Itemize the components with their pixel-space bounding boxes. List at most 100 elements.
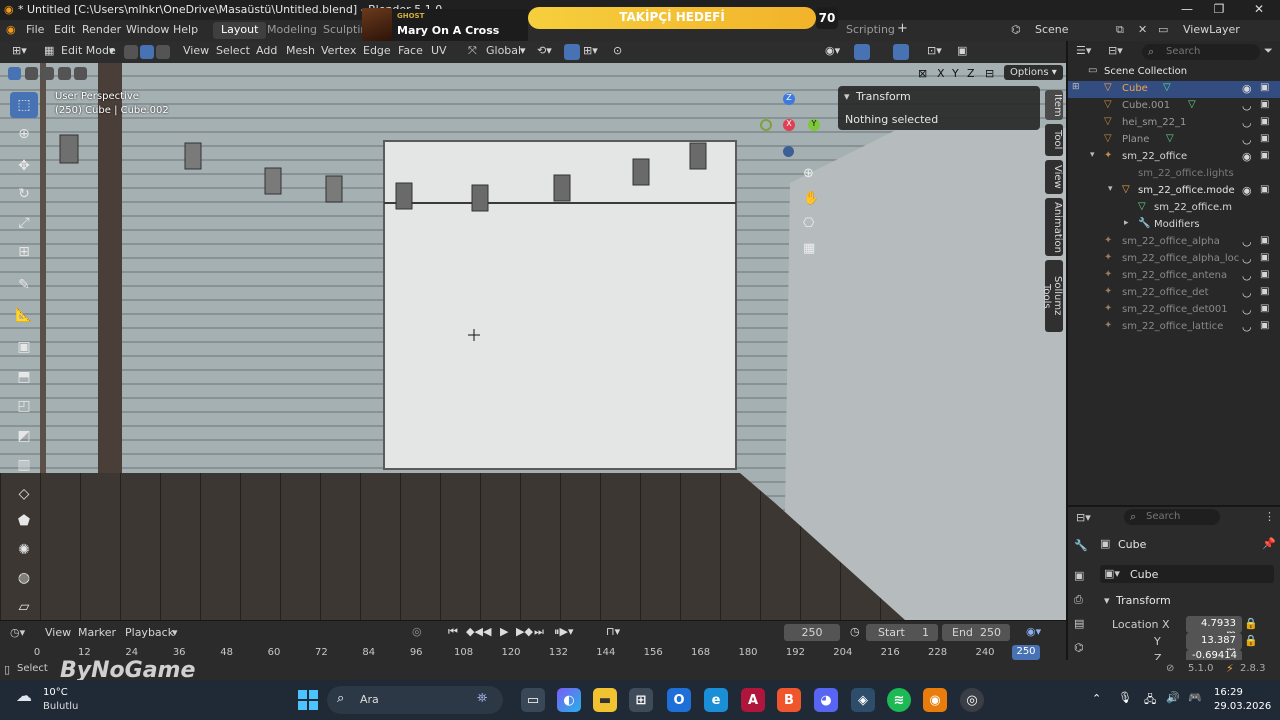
mirror-z[interactable]: Z <box>967 67 975 80</box>
outliner-item-cube[interactable]: ⊞ ▽ Cube ▽ ◉ ▣ <box>1068 81 1280 98</box>
annotate-tool-icon[interactable]: ✎ <box>10 272 38 298</box>
weather-temperature[interactable]: 10°C <box>43 687 68 698</box>
menu-mesh[interactable]: Mesh <box>286 44 315 60</box>
tab-scripting[interactable]: Scripting <box>838 22 903 39</box>
menu-edit[interactable]: Edit <box>54 23 75 36</box>
ortho-grid-icon[interactable]: ▦ <box>803 241 815 256</box>
menu-face[interactable]: Face <box>398 44 423 60</box>
outliner-item-office-alpha-loc[interactable]: ✦ sm_22_office_alpha_loc ◡ ▣ <box>1068 251 1280 268</box>
extrude-tool-icon[interactable]: ⬒ <box>10 364 38 390</box>
gizmo-toggle-icon[interactable] <box>854 44 870 60</box>
outliner-item-office-mesh[interactable]: ▽ sm_22_office.m <box>1068 200 1280 217</box>
keying-icon[interactable]: ⏸▶▾ <box>554 625 573 639</box>
render-properties-tab-icon[interactable]: ▣ <box>1074 569 1084 582</box>
options-dropdown[interactable]: Options ▾ <box>1004 65 1063 80</box>
timeline-menu-marker[interactable]: Marker <box>78 626 116 639</box>
scene-copy-icon[interactable]: ⧉ <box>1116 23 1124 37</box>
orientation-dropdown-icon[interactable]: ▾ <box>520 44 526 60</box>
outliner-item-office-lattice[interactable]: ✦ sm_22_office_lattice ◡ ▣ <box>1068 319 1280 336</box>
prev-keyframe-icon[interactable]: ◆◀ <box>466 625 483 638</box>
affinity-icon[interactable]: A <box>741 688 765 712</box>
location-x-field[interactable]: 4.7933 m <box>1186 616 1242 640</box>
next-keyframe-icon[interactable]: ▶◆ <box>516 625 533 638</box>
outliner-item-office-det001[interactable]: ✦ sm_22_office_det001 ◡ ▣ <box>1068 302 1280 319</box>
cursor-tool-icon[interactable]: ⊕ <box>10 121 38 147</box>
outliner-item-office-lights[interactable]: sm_22_office.lights <box>1068 166 1280 183</box>
gamepad-icon[interactable]: 🎮 <box>1188 691 1202 704</box>
timeline-editor-icon[interactable]: ◷▾ <box>10 626 25 639</box>
outliner-editor-icon[interactable]: ☰▾ <box>1076 44 1091 57</box>
mode-dropdown-icon[interactable]: ▾ <box>109 44 115 60</box>
play-icon[interactable]: ▶ <box>500 625 508 638</box>
edge-select-icon[interactable] <box>140 45 154 59</box>
outliner-item-modifiers[interactable]: ▸ 🔧 Modifiers <box>1068 217 1280 234</box>
scene-tab-icon[interactable]: ⌬ <box>1074 641 1084 654</box>
navigation-gizmo[interactable]: Z X Y <box>758 91 822 157</box>
menu-view[interactable]: View <box>183 44 209 60</box>
mirror-y[interactable]: Y <box>952 67 959 80</box>
outliner-item-hei-sm-22-1[interactable]: ▽ hei_sm_22_1 ◡ ▣ <box>1068 115 1280 132</box>
poly-build-tool-icon[interactable]: ⬟ <box>10 508 38 534</box>
properties-options-icon[interactable]: ⋮ <box>1264 510 1275 523</box>
playhead-frame-indicator[interactable]: 250 <box>1012 645 1040 660</box>
volume-icon[interactable]: 🔊 <box>1166 691 1180 704</box>
menu-render[interactable]: Render <box>82 23 121 36</box>
add-cube-tool-icon[interactable]: ▣ <box>10 334 38 360</box>
pivot-point-icon[interactable]: ⟲▾ <box>537 44 552 60</box>
pin-icon[interactable]: 📌 <box>1262 537 1276 550</box>
mirror-icon[interactable]: ⊠ <box>918 67 927 80</box>
windows-start-icon[interactable] <box>296 688 320 712</box>
outliner-display-icon[interactable]: ⊟▾ <box>1108 44 1123 57</box>
close-button[interactable]: ✕ <box>1244 2 1274 18</box>
add-workspace-button[interactable]: + <box>897 21 908 36</box>
select-box-tool-icon[interactable]: ⬚ <box>10 92 38 118</box>
bevel-tool-icon[interactable]: ◩ <box>10 423 38 449</box>
select-mode-icons[interactable] <box>8 67 87 83</box>
tab-view[interactable]: View <box>1045 160 1063 194</box>
outliner-search-input[interactable]: ⌕ Search <box>1142 44 1260 60</box>
outliner-item-office-antena[interactable]: ✦ sm_22_office_antena ◡ ▣ <box>1068 268 1280 285</box>
cloud-weather-icon[interactable]: ☁ <box>16 686 32 705</box>
panel-collapse-icon[interactable]: ▾ <box>844 90 850 103</box>
vertex-select-icon[interactable] <box>124 45 138 59</box>
blender-taskbar-icon[interactable]: ◉ <box>923 688 947 712</box>
scale-tool-icon[interactable]: ⤢ <box>10 210 38 236</box>
outliner-item-plane[interactable]: ▽ Plane ▽ ◡ ▣ <box>1068 132 1280 149</box>
minimize-button[interactable]: — <box>1172 2 1202 18</box>
scene-remove-icon[interactable]: ✕ <box>1138 23 1147 36</box>
transform-collapse-icon[interactable]: ▾ <box>1104 594 1110 607</box>
maximize-button[interactable]: ❐ <box>1204 2 1234 18</box>
camera-view-icon[interactable]: ⎔ <box>803 216 814 231</box>
zoom-icon[interactable]: ⊕ <box>803 166 814 181</box>
timeline-menu-playback[interactable]: Playback <box>125 626 174 639</box>
mode-selector[interactable]: Edit Mode <box>61 44 116 60</box>
visibility-icon[interactable]: ◉▾ <box>825 44 840 60</box>
proportional-edit-icon[interactable]: ⊙ <box>613 44 622 60</box>
edge-icon[interactable]: e <box>704 688 728 712</box>
lock-icon[interactable]: 🔒 <box>1244 617 1258 630</box>
loop-cut-tool-icon[interactable]: ▥ <box>10 452 38 478</box>
3d-viewport[interactable]: User Perspective (250) Cube | Cube.002 ⊠… <box>0 63 1066 620</box>
menu-edge[interactable]: Edge <box>363 44 391 60</box>
task-view-icon[interactable]: ▭ <box>521 688 545 712</box>
measure-tool-icon[interactable]: 📐 <box>10 302 38 328</box>
filter-icon[interactable]: ⏷ <box>1264 44 1273 58</box>
menu-add[interactable]: Add <box>256 44 277 60</box>
taskbar-search-box[interactable]: ⌕ Ara ⛯ <box>327 686 503 714</box>
obs-icon[interactable]: ◎ <box>960 688 984 712</box>
clock-date[interactable]: 29.03.2026 <box>1214 701 1271 712</box>
viewlayer-selector[interactable]: ViewLayer <box>1183 23 1240 36</box>
menu-select[interactable]: Select <box>216 44 250 60</box>
auto-keying-icon[interactable]: ⊓▾ <box>606 625 620 638</box>
jump-start-icon[interactable]: ⏮ <box>448 625 458 639</box>
xray-toggle-icon[interactable]: ▣ <box>957 44 967 60</box>
outliner-root[interactable]: ▭ Scene Collection <box>1068 64 1280 81</box>
spin-tool-icon[interactable]: ✺ <box>10 537 38 563</box>
move-tool-icon[interactable]: ✥ <box>10 153 38 179</box>
overlay-toggle-icon[interactable] <box>893 44 909 60</box>
tray-overflow-icon[interactable]: ⌃ <box>1092 692 1101 705</box>
menu-help[interactable]: Help <box>173 23 198 36</box>
transform-tool-icon[interactable]: ⊞ <box>10 239 38 265</box>
outliner-item-office-mode[interactable]: ▾ ▽ sm_22_office.mode ◉ ▣ <box>1068 183 1280 200</box>
outliner-item-sm-22-office[interactable]: ▾ ✦ sm_22_office ◉ ▣ <box>1068 149 1280 166</box>
